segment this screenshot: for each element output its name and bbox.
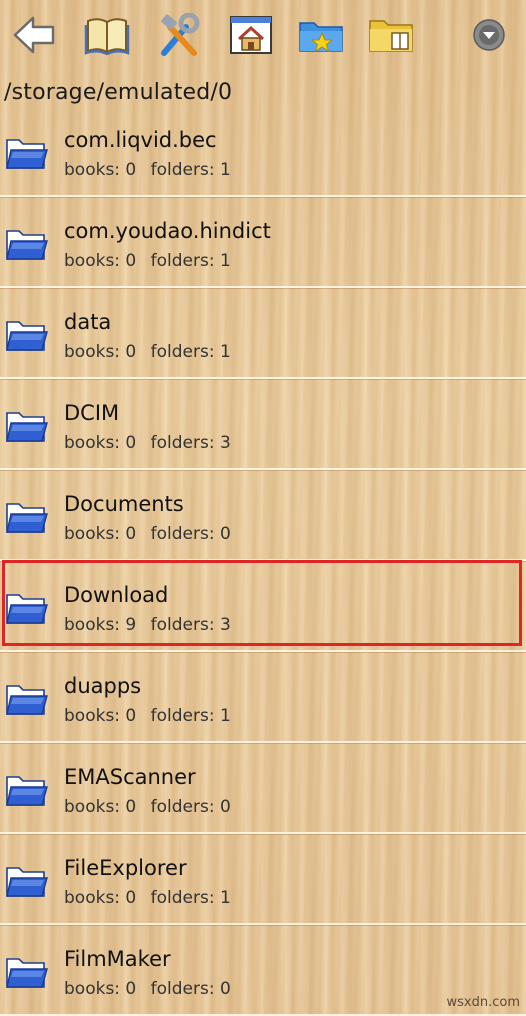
folder-icon	[6, 958, 48, 988]
tools-icon	[161, 13, 200, 56]
folder-row-download[interactable]: Download books: 9 folders: 3	[0, 561, 526, 652]
tools-button[interactable]	[154, 10, 204, 60]
books-count: books: 0	[64, 797, 137, 817]
books-count: books: 9	[64, 615, 137, 635]
folder-row-documents[interactable]: Documents books: 0 folders: 0	[0, 470, 526, 561]
folder-counts: books: 0 folders: 0	[64, 797, 231, 817]
folder-row-duapps[interactable]: duapps books: 0 folders: 1	[0, 652, 526, 743]
home-button[interactable]	[226, 10, 276, 60]
watermark-text: wsxdn.com	[446, 995, 521, 1010]
folder-row-com-liqvid-bec[interactable]: com.liqvid.bec books: 0 folders: 1	[0, 106, 526, 197]
books-count: books: 0	[64, 251, 137, 271]
favorite-folder-icon	[299, 22, 343, 53]
folder-name: com.liqvid.bec	[64, 128, 217, 152]
menu-button[interactable]	[464, 10, 514, 60]
folders-count: folders: 1	[150, 706, 231, 726]
folder-icon	[6, 230, 48, 260]
books-count: books: 0	[64, 342, 137, 362]
favorites-button[interactable]	[296, 10, 346, 60]
folder-counts: books: 0 folders: 1	[64, 160, 231, 180]
folders-count: folders: 1	[150, 888, 231, 908]
books-count: books: 0	[64, 160, 137, 180]
book-folder-icon	[369, 20, 413, 52]
folder-icon	[6, 867, 48, 897]
folder-counts: books: 0 folders: 1	[64, 251, 231, 271]
folder-counts: books: 0 folders: 0	[64, 524, 231, 544]
folder-counts: books: 0 folders: 3	[64, 433, 231, 453]
books-count: books: 0	[64, 524, 137, 544]
library-button[interactable]	[82, 10, 132, 60]
folder-name: Documents	[64, 492, 184, 516]
toolbar	[0, 0, 526, 72]
folder-icon	[6, 594, 48, 624]
folder-icon	[6, 503, 48, 533]
folder-name: FileExplorer	[64, 856, 187, 880]
folder-row-fileexplorer[interactable]: FileExplorer books: 0 folders: 1	[0, 834, 526, 925]
folders-count: folders: 0	[150, 524, 231, 544]
dropdown-circle-icon	[473, 19, 505, 51]
current-path: /storage/emulated/0	[4, 80, 233, 105]
folder-name: FilmMaker	[64, 947, 171, 971]
books-count: books: 0	[64, 979, 137, 999]
folders-count: folders: 0	[150, 797, 231, 817]
folder-name: DCIM	[64, 401, 120, 425]
folder-name: duapps	[64, 674, 142, 698]
folder-icon	[6, 776, 48, 806]
folders-count: folders: 1	[150, 342, 231, 362]
folder-row-com-youdao-hindict[interactable]: com.youdao.hindict books: 0 folders: 1	[0, 197, 526, 288]
folders-count: folders: 1	[150, 251, 231, 271]
folder-icon	[6, 139, 48, 169]
folder-counts: books: 0 folders: 1	[64, 888, 231, 908]
back-button[interactable]	[10, 10, 60, 60]
folder-list: com.liqvid.bec books: 0 folders: 1 com.y…	[0, 106, 526, 1016]
folder-counts: books: 0 folders: 1	[64, 706, 231, 726]
folder-row-data[interactable]: data books: 0 folders: 1	[0, 288, 526, 379]
folder-counts: books: 0 folders: 0	[64, 979, 231, 999]
folder-row-dcim[interactable]: DCIM books: 0 folders: 3	[0, 379, 526, 470]
folders-count: folders: 0	[150, 979, 231, 999]
folder-name: Download	[64, 583, 169, 607]
folder-icon	[6, 321, 48, 351]
folder-name: EMAScanner	[64, 765, 196, 789]
folder-row-emascanner[interactable]: EMAScanner books: 0 folders: 0	[0, 743, 526, 834]
folder-name: data	[64, 310, 112, 334]
book-icon	[84, 18, 130, 55]
folders-count: folders: 1	[150, 160, 231, 180]
folder-counts: books: 0 folders: 1	[64, 342, 231, 362]
books-count: books: 0	[64, 888, 137, 908]
home-icon	[230, 16, 272, 54]
books-count: books: 0	[64, 433, 137, 453]
books-count: books: 0	[64, 706, 137, 726]
folders-count: folders: 3	[150, 615, 231, 635]
folder-name: com.youdao.hindict	[64, 219, 271, 243]
folder-icon	[6, 685, 48, 715]
folder-icon	[6, 412, 48, 442]
back-arrow-icon	[13, 16, 55, 54]
folders-count: folders: 3	[150, 433, 231, 453]
folder-counts: books: 9 folders: 3	[64, 615, 231, 635]
book-folder-button[interactable]	[366, 10, 416, 60]
